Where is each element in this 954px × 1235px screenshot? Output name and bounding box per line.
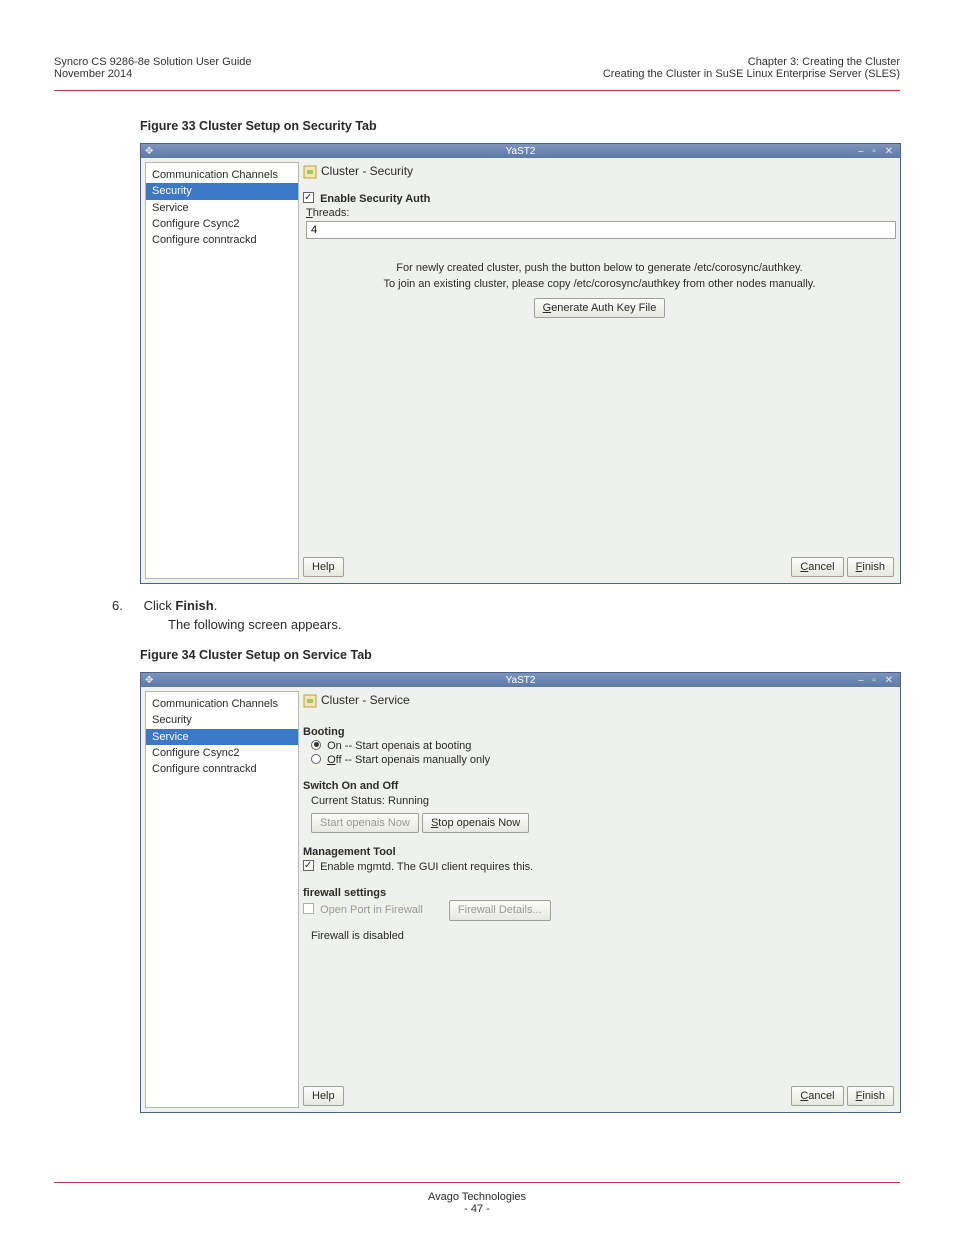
yast-window-security: ✥ YaST2 – ▫ ✕ Communication Channels Sec… <box>140 143 901 584</box>
header-title-left: Syncro CS 9286-8e Solution User Guide <box>54 56 252 68</box>
sidebar-item-comm[interactable]: Communication Channels <box>146 696 298 712</box>
sidebar[interactable]: Communication Channels Security Service … <box>145 691 299 1108</box>
footer-company: Avago Technologies <box>54 1191 900 1203</box>
header-chapter: Chapter 3: Creating the Cluster <box>603 56 900 68</box>
boot-on-radio[interactable] <box>311 740 321 750</box>
step-6-bold: Finish <box>175 598 213 613</box>
figure-33-caption: Figure 33 Cluster Setup on Security Tab <box>140 119 900 133</box>
yast-icon <box>303 694 317 708</box>
window-title: YaST2 <box>506 145 536 158</box>
sidebar-item-comm[interactable]: Communication Channels <box>146 167 298 183</box>
enable-auth-label: Enable Security Auth <box>320 193 430 205</box>
finish-button[interactable]: Finish <box>847 557 894 577</box>
stop-openais-button[interactable]: Stop openais Now <box>422 813 529 833</box>
sidebar[interactable]: Communication Channels Security Service … <box>145 162 299 579</box>
window-controls[interactable]: – ▫ ✕ <box>858 674 896 687</box>
titlebar[interactable]: ✥ YaST2 – ▫ ✕ <box>141 673 900 687</box>
step-6-prefix: Click <box>144 598 176 613</box>
figure-34-caption: Figure 34 Cluster Setup on Service Tab <box>140 648 900 662</box>
firewall-port-checkbox <box>303 903 314 914</box>
move-icon: ✥ <box>145 674 153 687</box>
window-controls[interactable]: – ▫ ✕ <box>858 145 896 158</box>
sidebar-item-security[interactable]: Security <box>146 712 298 728</box>
header-date: November 2014 <box>54 68 252 80</box>
finish-button[interactable]: Finish <box>847 1086 894 1106</box>
move-icon: ✥ <box>145 145 153 158</box>
boot-on-label: On -- Start openais at booting <box>327 740 471 752</box>
firewall-status: Firewall is disabled <box>311 929 896 943</box>
sidebar-item-conntrackd[interactable]: Configure conntrackd <box>146 761 298 777</box>
instruction-block: For newly created cluster, push the butt… <box>303 261 896 318</box>
boot-off-radio[interactable] <box>311 754 321 764</box>
cancel-button[interactable]: Cancel <box>791 557 843 577</box>
help-button[interactable]: Help <box>303 1086 344 1106</box>
firewall-label: firewall settings <box>303 886 896 900</box>
generate-authkey-button[interactable]: Generate Auth Key File <box>534 298 666 318</box>
main-panel: Cluster - Security Enable Security Auth … <box>303 162 896 579</box>
start-openais-button: Start openais Now <box>311 813 419 833</box>
sidebar-item-service[interactable]: Service <box>146 200 298 216</box>
firewall-details-button: Firewall Details... <box>449 900 551 920</box>
step-6: 6. Click Finish. <box>140 598 900 613</box>
mgmt-cb-label: Enable mgmtd. The GUI client requires th… <box>320 861 533 873</box>
cancel-button[interactable]: Cancel <box>791 1086 843 1106</box>
boot-off-label: Off -- Start openais manually only <box>327 754 490 766</box>
booting-label: Booting <box>303 725 896 739</box>
instruction-line-1: For newly created cluster, push the butt… <box>303 261 896 275</box>
instruction-line-2: To join an existing cluster, please copy… <box>303 277 896 291</box>
panel-heading: Cluster - Security <box>303 162 896 186</box>
header-rule <box>54 90 900 91</box>
threads-input[interactable] <box>306 221 896 239</box>
sidebar-item-security[interactable]: Security <box>146 183 298 199</box>
mgmt-checkbox[interactable] <box>303 860 314 871</box>
switch-label: Switch On and Off <box>303 779 896 793</box>
enable-auth-checkbox[interactable] <box>303 192 314 203</box>
firewall-cb-label: Open Port in Firewall <box>320 904 423 916</box>
header-section: Creating the Cluster in SuSE Linux Enter… <box>603 68 900 80</box>
footer-page-number: - 47 - <box>54 1203 900 1215</box>
document-page: Syncro CS 9286-8e Solution User Guide No… <box>0 0 954 1235</box>
sidebar-item-conntrackd[interactable]: Configure conntrackd <box>146 232 298 248</box>
yast-icon <box>303 165 317 179</box>
step-6-number: 6. <box>112 598 140 613</box>
footer-rule <box>54 1182 900 1183</box>
titlebar[interactable]: ✥ YaST2 – ▫ ✕ <box>141 144 900 158</box>
step-6-suffix: . <box>214 598 218 613</box>
sidebar-item-service[interactable]: Service <box>146 729 298 745</box>
yast-window-service: ✥ YaST2 – ▫ ✕ Communication Channels Sec… <box>140 672 901 1113</box>
help-button[interactable]: Help <box>303 557 344 577</box>
sidebar-item-csync2[interactable]: Configure Csync2 <box>146 216 298 232</box>
page-footer: Avago Technologies - 47 - <box>54 1172 900 1215</box>
step-6-description: The following screen appears. <box>168 617 900 632</box>
mgmt-label: Management Tool <box>303 845 896 859</box>
page-header: Syncro CS 9286-8e Solution User Guide No… <box>54 56 900 80</box>
threads-label: Threads: <box>306 206 896 220</box>
bottom-button-bar: Help Cancel Finish <box>303 1086 894 1106</box>
sidebar-item-csync2[interactable]: Configure Csync2 <box>146 745 298 761</box>
current-status: Current Status: Running <box>311 794 896 808</box>
main-panel: Cluster - Service Booting On -- Start op… <box>303 691 896 1108</box>
window-title: YaST2 <box>506 674 536 687</box>
bottom-button-bar: Help Cancel Finish <box>303 557 894 577</box>
panel-heading: Cluster - Service <box>303 691 896 715</box>
